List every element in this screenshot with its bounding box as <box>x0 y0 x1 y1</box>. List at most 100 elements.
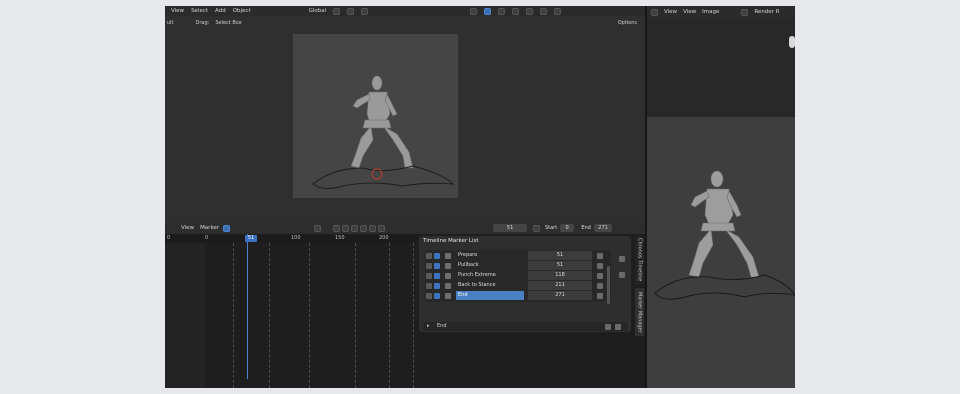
menu-select[interactable]: Select <box>191 8 208 14</box>
marker-name[interactable]: Back to Stance <box>456 281 524 290</box>
preview-range-icon[interactable] <box>533 224 541 232</box>
end-field[interactable]: 271 <box>594 224 613 232</box>
xray-icon[interactable] <box>498 7 506 15</box>
menu-marker[interactable]: Marker <box>200 225 219 231</box>
drag-label: Drag: <box>195 20 210 26</box>
list-item[interactable]: Punch Extreme 118 <box>425 271 611 281</box>
timeline-header: View Marker 51 Start 0 End 271 <box>165 222 645 234</box>
marker-name[interactable]: Pullback <box>456 261 524 270</box>
checkbox-icon[interactable] <box>434 282 440 289</box>
menu-view[interactable]: View <box>171 8 184 14</box>
render-result-label[interactable]: Render R <box>754 9 779 15</box>
shading-render-icon[interactable] <box>554 7 562 15</box>
camera-bind-icon[interactable] <box>445 282 451 289</box>
gizmo-icon[interactable] <box>470 7 478 15</box>
jump-prev-key-icon[interactable] <box>342 224 350 232</box>
marker-frame[interactable]: 211 <box>528 281 592 290</box>
list-scrollbar[interactable] <box>607 266 610 304</box>
menu-image[interactable]: Image <box>702 9 719 15</box>
keying-icon[interactable] <box>223 224 231 232</box>
marker-name[interactable]: Punch Extreme <box>456 271 524 280</box>
marker-icon <box>426 262 432 269</box>
panel-title[interactable]: Timeline Marker List <box>423 238 479 244</box>
timeline-tracks[interactable] <box>205 243 417 388</box>
timeline-area[interactable]: 0 0 100 150 200 51 <box>165 234 417 388</box>
viewport-header: View Select Add Object Global <box>165 6 645 16</box>
marker-frame[interactable]: 271 <box>528 291 592 300</box>
delete-icon[interactable] <box>597 262 603 269</box>
orientation-dropdown[interactable]: Global <box>309 8 327 14</box>
options-dropdown[interactable]: Options <box>618 20 637 26</box>
play-reverse-icon[interactable] <box>351 224 359 232</box>
shading-wire-icon[interactable] <box>512 7 520 15</box>
marker-line <box>269 243 270 388</box>
delete-icon[interactable] <box>597 272 603 279</box>
image-browse-icon[interactable] <box>741 8 749 16</box>
marker-line <box>413 243 414 388</box>
menu-add[interactable]: Add <box>215 8 226 14</box>
playhead-frame-box[interactable]: 51 <box>245 235 257 242</box>
menu-object[interactable]: Object <box>233 8 251 14</box>
list-item-selected[interactable]: End 271 <box>425 291 611 301</box>
current-frame-field[interactable]: 51 <box>493 224 528 232</box>
snap-icon[interactable] <box>347 7 355 15</box>
marker-icon <box>426 282 432 289</box>
tab-marker-manager[interactable]: Marker Manager <box>635 288 644 336</box>
camera-bind-icon[interactable] <box>445 262 451 269</box>
menu-view-right-1[interactable]: View <box>664 9 677 15</box>
selected-marker-row[interactable]: ▸ End <box>423 322 627 331</box>
playhead[interactable] <box>247 234 248 379</box>
checkbox-icon[interactable] <box>434 272 440 279</box>
marker-list[interactable]: Prepare 51 Pullback 51 Punch Extreme 118 <box>425 250 611 302</box>
delete-icon[interactable] <box>597 252 603 259</box>
hand-icon[interactable] <box>789 36 795 48</box>
jump-next-key-icon[interactable] <box>369 224 377 232</box>
checkbox-icon[interactable] <box>434 292 440 299</box>
blender-window: View Select Add Object Global ult Drag: … <box>165 6 795 388</box>
proportional-icon[interactable] <box>361 7 369 15</box>
copy-icon[interactable] <box>605 323 611 330</box>
delete-icon[interactable] <box>597 282 603 289</box>
expand-arrow-icon[interactable]: ▸ <box>427 322 430 331</box>
3d-viewport[interactable]: View Select Add Object Global ult Drag: … <box>165 6 645 222</box>
list-item[interactable]: Back to Stance 211 <box>425 281 611 291</box>
start-label: Start <box>544 225 558 231</box>
image-editor-area[interactable]: View View Image Render R <box>647 6 795 388</box>
drag-dropdown[interactable]: Select Box <box>215 20 241 26</box>
autokey-icon[interactable] <box>314 224 322 232</box>
shading-material-icon[interactable] <box>540 7 548 15</box>
jump-start-icon[interactable] <box>333 224 341 232</box>
ruler-label: 200 <box>379 235 389 241</box>
delete-icon[interactable] <box>597 292 603 299</box>
play-icon[interactable] <box>360 224 368 232</box>
frame-ruler[interactable]: 0 0 100 150 200 <box>165 234 417 243</box>
marker-name[interactable]: End <box>456 291 524 300</box>
menu-view-timeline[interactable]: View <box>181 225 194 231</box>
add-marker-icon[interactable] <box>619 256 625 262</box>
settings-icon[interactable] <box>619 272 625 278</box>
marker-icon <box>426 252 432 259</box>
selected-marker-name[interactable]: End <box>437 322 447 331</box>
editor-type-icon[interactable] <box>651 8 658 16</box>
pivot-icon[interactable] <box>333 7 341 15</box>
shading-solid-icon[interactable] <box>526 7 534 15</box>
camera-bind-icon[interactable] <box>445 252 451 259</box>
checkbox-icon[interactable] <box>434 262 440 269</box>
checkbox-icon[interactable] <box>434 252 440 259</box>
marker-frame[interactable]: 118 <box>528 271 592 280</box>
start-field[interactable]: 0 <box>560 224 575 232</box>
jump-end-icon[interactable] <box>378 224 386 232</box>
camera-bind-icon[interactable] <box>445 292 451 299</box>
marker-name[interactable]: Prepare <box>456 251 524 260</box>
menu-view-right-2[interactable]: View <box>683 9 696 15</box>
marker-frame[interactable]: 51 <box>528 251 592 260</box>
camera-bind-icon[interactable] <box>445 272 451 279</box>
playback-controls <box>333 224 386 232</box>
remove-icon[interactable] <box>615 323 621 330</box>
overlay-icon[interactable] <box>484 7 492 15</box>
list-item[interactable]: Pullback 51 <box>425 261 611 271</box>
list-item[interactable]: Prepare 51 <box>425 251 611 261</box>
marker-icon <box>426 272 432 279</box>
marker-frame[interactable]: 51 <box>528 261 592 270</box>
tab-chronos-timeline[interactable]: Chronos Timeline <box>635 236 644 284</box>
